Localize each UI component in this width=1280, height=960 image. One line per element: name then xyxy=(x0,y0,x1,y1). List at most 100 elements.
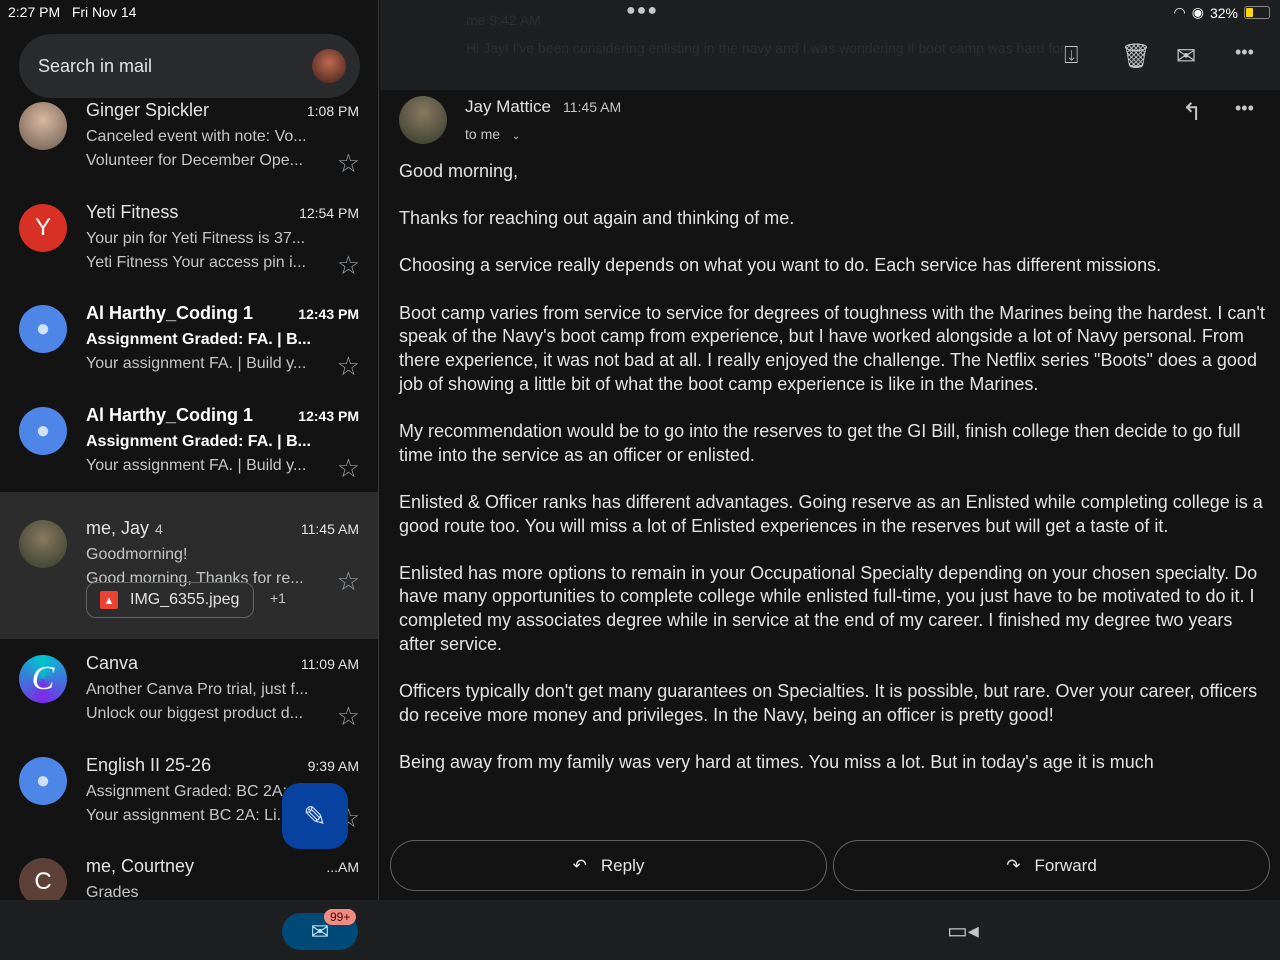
sender-avatar xyxy=(19,102,67,150)
sender-name[interactable]: Jay Mattice xyxy=(465,97,551,117)
star-icon[interactable]: ☆ xyxy=(337,351,360,382)
sender-name: me, Courtney xyxy=(86,856,195,876)
mail-list-pane: 2:27 PM Fri Nov 14 Search in mail Ginger… xyxy=(0,0,379,900)
unread-badge: 99+ xyxy=(324,909,357,925)
sender-name: Ginger Spickler xyxy=(86,100,210,120)
previous-message-header[interactable]: me 9:42 AM xyxy=(466,12,541,28)
star-icon[interactable]: ☆ xyxy=(337,148,360,179)
email-time: 1:08 PM xyxy=(306,103,359,119)
message-paragraph: Being away from my family was very hard … xyxy=(399,751,1154,772)
battery-icon xyxy=(1244,6,1270,19)
wifi-icon: ◠ xyxy=(1173,4,1186,20)
star-icon[interactable]: ☆ xyxy=(337,250,360,281)
email-list-item[interactable]: Y Yeti Fitness 12:54 PM Your pin for Yeti… xyxy=(0,202,378,303)
email-snippet: Volunteer for December Ope... xyxy=(86,152,303,169)
message-paragraph: Good morning, xyxy=(399,161,519,181)
lock-rotation-icon: ◉ xyxy=(1191,4,1204,20)
reply-icon: ↶ xyxy=(572,855,587,875)
email-time: 12:43 PM xyxy=(298,408,359,424)
sender-avatar xyxy=(19,520,67,568)
message-paragraph: Enlisted & Officer ranks has different a… xyxy=(399,491,1263,536)
previous-message-snippet[interactable]: Hi Jay! I've been considering enlisting … xyxy=(466,40,1066,56)
star-icon[interactable]: ☆ xyxy=(337,453,360,484)
message-more-icon[interactable]: ••• xyxy=(1235,98,1254,119)
email-subject: Grades xyxy=(86,884,139,900)
message-paragraph: Thanks for reaching out again and thinki… xyxy=(399,208,795,229)
message-paragraph: Boot camp varies from service to service… xyxy=(399,302,1265,394)
more-attachments-count: +1 xyxy=(270,590,286,606)
message-body: Good morning, Thanks for reaching out aga… xyxy=(399,160,1269,798)
person-avatar-icon: ● xyxy=(19,407,67,455)
message-paragraph: Enlisted has more options to remain in y… xyxy=(399,562,1258,654)
sender-avatar[interactable] xyxy=(399,96,447,144)
message-paragraph: Choosing a service really depends on wha… xyxy=(399,255,1162,276)
letter-avatar: Y xyxy=(19,204,67,252)
search-input[interactable]: Search in mail xyxy=(19,34,360,98)
email-list-item[interactable]: me, Jay 4 11:45 AM Goodmorning! Good morni… xyxy=(0,492,378,639)
message-time: 11:45 AM xyxy=(563,99,622,115)
sender-name: Canva xyxy=(86,653,139,673)
status-time: 2:27 PM Fri Nov 14 xyxy=(8,4,137,20)
email-subject: Your pin for Yeti Fitness is 37... xyxy=(86,230,306,247)
message-paragraph: Officers typically don't get many guaran… xyxy=(399,681,1258,725)
email-time: 11:45 AM xyxy=(300,521,359,537)
email-time: 12:54 PM xyxy=(299,205,359,221)
sender-name: English II 25-26 xyxy=(86,755,212,775)
forward-icon: ↷ xyxy=(1006,855,1021,875)
email-list-item[interactable]: Cme, Courtney ...AM Grades xyxy=(0,856,378,900)
sender-name: Al Harthy_Coding 1 xyxy=(86,303,254,323)
email-time: 12:43 PM xyxy=(298,306,359,322)
email-snippet: Your assignment FA. | Build y... xyxy=(86,355,307,372)
bottom-bar: ✉ 99+ ▭◂ xyxy=(0,900,1280,960)
email-list-item[interactable]: ● Al Harthy_Coding 1 12:43 PM Assignment … xyxy=(0,405,378,506)
status-icons: ◠ ◉ 32% xyxy=(1174,4,1270,21)
person-avatar-icon: ● xyxy=(19,305,67,353)
star-icon[interactable]: ☆ xyxy=(337,566,360,597)
email-snippet: Your assignment BC 2A: Li... xyxy=(86,807,290,824)
email-subject: Another Canva Pro trial, just f... xyxy=(86,681,309,698)
archive-icon[interactable]: ⍗ xyxy=(1064,42,1078,70)
multitask-dots-icon[interactable]: ●●● xyxy=(626,2,658,20)
meet-video-icon[interactable]: ▭◂ xyxy=(947,918,979,944)
person-avatar-icon: ● xyxy=(19,757,67,805)
email-snippet: Unlock our biggest product d... xyxy=(86,705,304,722)
reading-pane: ●●● ◠ ◉ 32% me 9:42 AM Hi Jay! I've been … xyxy=(380,0,1280,900)
email-subject: Assignment Graded: FA. | B... xyxy=(86,433,311,450)
reply-icon[interactable]: ↰ xyxy=(1182,98,1202,127)
email-subject: Canceled event with note: Vo... xyxy=(86,128,307,145)
star-icon[interactable]: ☆ xyxy=(337,701,360,732)
attachment-chip[interactable]: ▲ IMG_6355.jpeg xyxy=(86,582,255,618)
delete-icon[interactable]: 🗑︎ xyxy=(1121,42,1151,71)
forward-button[interactable]: ↷ Forward xyxy=(833,840,1270,891)
account-avatar[interactable] xyxy=(312,49,346,83)
email-time: ...AM xyxy=(326,859,359,875)
search-placeholder: Search in mail xyxy=(38,55,153,76)
email-subject: Goodmorning! xyxy=(86,546,188,563)
sender-name: Yeti Fitness xyxy=(86,202,179,222)
image-file-icon: ▲ xyxy=(100,591,118,609)
email-list-item[interactable]: ● Al Harthy_Coding 1 12:43 PM Assignment … xyxy=(0,303,378,404)
sender-name: Al Harthy_Coding 1 xyxy=(86,405,254,425)
email-time: 11:09 AM xyxy=(300,656,359,672)
recipients-toggle[interactable]: to me ⌄ xyxy=(465,126,520,142)
mark-unread-icon[interactable]: ✉︎ xyxy=(1176,42,1196,71)
battery-percent: 32% xyxy=(1209,4,1238,21)
more-icon[interactable]: ••• xyxy=(1235,42,1254,63)
chevron-down-icon: ⌄ xyxy=(511,131,521,142)
email-subject: Assignment Graded: BC 2A:... xyxy=(86,783,301,800)
sender-name: me, Jay 4 xyxy=(86,518,163,538)
email-snippet: Yeti Fitness Your access pin i... xyxy=(86,254,306,271)
message-paragraph: My recommendation would be to go into th… xyxy=(399,420,1241,465)
email-list-item[interactable]: C Canva 11:09 AM Another Canva Pro trial,… xyxy=(0,653,378,754)
mail-tab[interactable]: ✉ 99+ xyxy=(282,909,358,950)
thread-toolbar: ●●● ◠ ◉ 32% me 9:42 AM Hi Jay! I've been … xyxy=(380,0,1280,90)
pencil-icon: ✎ xyxy=(303,800,327,832)
email-subject: Assignment Graded: FA. | B... xyxy=(86,331,311,348)
reply-button[interactable]: ↶ Reply xyxy=(390,840,827,891)
email-snippet: Your assignment FA. | Build y... xyxy=(86,457,307,474)
letter-avatar: C xyxy=(19,858,67,900)
compose-button[interactable]: ✎ xyxy=(282,783,348,849)
canva-logo-icon: C xyxy=(19,655,67,703)
email-time: 9:39 AM xyxy=(307,758,359,774)
email-list-item[interactable]: Ginger Spickler 1:08 PM Canceled event w… xyxy=(0,100,378,201)
